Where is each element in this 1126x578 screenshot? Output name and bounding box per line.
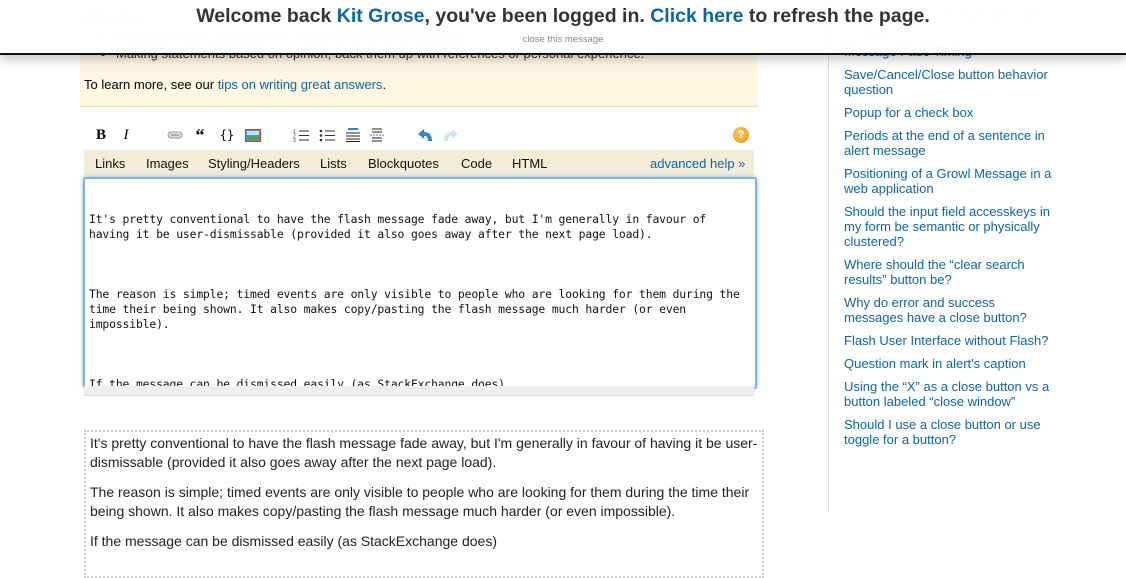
user-profile-link[interactable]: Kit Grose	[337, 5, 425, 27]
tips-link[interactable]: tips on writing great answers	[218, 77, 383, 92]
sidebar-divider	[828, 0, 829, 512]
tab-code[interactable]: Code	[461, 156, 492, 171]
code-button[interactable]: {}	[218, 126, 236, 144]
redo-icon	[444, 129, 458, 141]
answer-preview: It's pretty conventional to have the fla…	[84, 430, 764, 578]
image-icon	[245, 128, 261, 142]
redo-button[interactable]	[442, 126, 460, 144]
link-icon	[167, 131, 183, 139]
related-link[interactable]: Should the input field accesskeys in my …	[844, 204, 1054, 249]
refresh-link[interactable]: Click here	[650, 5, 743, 27]
editor-toolbar: B I “ {} 123	[84, 122, 754, 150]
related-link[interactable]: Using the “X” as a close button vs a but…	[844, 379, 1054, 409]
related-link[interactable]: Popup for a check box	[844, 105, 1054, 120]
login-notification: Welcome back Kit Grose, you've been logg…	[0, 0, 1126, 55]
editor-paragraph: The reason is simple; timed events are o…	[89, 287, 747, 331]
related-link[interactable]: Periods at the end of a sentence in aler…	[844, 128, 1054, 158]
markdown-help-tabs: Links Images Styling/Headers Lists Block…	[84, 150, 754, 177]
italic-button[interactable]: I	[120, 126, 132, 144]
undo-button[interactable]	[416, 126, 434, 144]
image-button[interactable]	[244, 126, 262, 144]
preview-paragraph: It's pretty conventional to have the fla…	[90, 435, 758, 470]
horizontal-rule-button[interactable]	[368, 126, 386, 144]
preview-paragraph: If the message can be dismissed easily (…	[90, 533, 497, 549]
link-button[interactable]	[166, 126, 184, 144]
help-icon[interactable]: ?	[733, 127, 749, 143]
heading-button[interactable]	[344, 126, 362, 144]
heading-icon	[346, 128, 360, 142]
tab-images[interactable]: Images	[146, 156, 189, 171]
bulleted-list-button[interactable]	[318, 126, 336, 144]
numbered-list-icon: 123	[293, 129, 309, 142]
tab-styling-headers[interactable]: Styling/Headers	[208, 156, 300, 171]
answer-editor-textarea[interactable]: It's pretty conventional to have the fla…	[83, 177, 757, 389]
resize-grip[interactable]: ·····	[84, 385, 754, 396]
related-link[interactable]: Flash User Interface without Flash?	[844, 333, 1054, 348]
related-link[interactable]: Should I use a close button or use toggl…	[844, 417, 1054, 447]
undo-icon	[418, 129, 432, 141]
notification-message: Welcome back Kit Grose, you've been logg…	[196, 5, 930, 27]
tab-lists[interactable]: Lists	[320, 156, 347, 171]
horizontal-rule-icon	[370, 128, 384, 142]
bulleted-list-icon	[319, 129, 335, 142]
related-link[interactable]: Where should the “clear search results” …	[844, 257, 1054, 287]
related-link[interactable]: Question mark in alert's caption	[844, 356, 1054, 371]
related-questions: How to make a top level menu not clickab…	[844, 8, 1054, 455]
advanced-help-link[interactable]: advanced help »	[650, 156, 745, 171]
related-link[interactable]: Positioning of a Growl Message in a web …	[844, 166, 1054, 196]
close-message-link[interactable]: close this message	[0, 34, 1126, 45]
blockquote-button[interactable]: “	[192, 124, 208, 145]
related-link[interactable]: Why do error and success messages have a…	[844, 295, 1054, 325]
svg-text:3: 3	[293, 138, 296, 142]
numbered-list-button[interactable]: 123	[292, 126, 310, 144]
related-link[interactable]: Save/Cancel/Close button behavior questi…	[844, 67, 1054, 97]
preview-paragraph: The reason is simple; timed events are o…	[90, 484, 750, 519]
tab-links[interactable]: Links	[95, 156, 125, 171]
code-icon: {}	[219, 128, 235, 142]
bold-button[interactable]: B	[94, 126, 108, 144]
blockquote-icon: “	[195, 124, 205, 145]
tab-html[interactable]: HTML	[512, 156, 547, 171]
tab-blockquotes[interactable]: Blockquotes	[368, 156, 439, 171]
editor-paragraph: It's pretty conventional to have the fla…	[89, 212, 713, 241]
learn-more-text: To learn more, see our tips on writing g…	[84, 77, 387, 92]
